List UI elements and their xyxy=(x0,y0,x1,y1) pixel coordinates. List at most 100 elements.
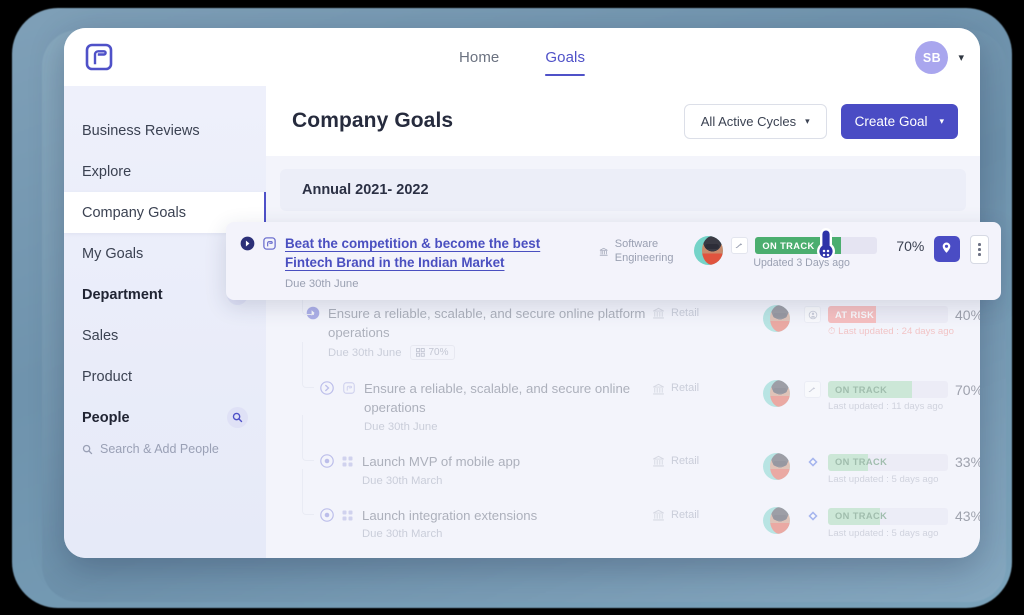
progress-percent: 40% xyxy=(955,306,980,323)
goal-progress: ON TRACK 33% Last updated : 5 days ago xyxy=(804,453,980,485)
user-menu[interactable]: SB ▾ xyxy=(915,41,964,74)
goal-main: Ensure a reliable, scalable, and secure … xyxy=(292,380,652,433)
sidebar-item-label: Explore xyxy=(82,163,132,180)
goal-owner[interactable] xyxy=(748,452,804,480)
chevron-down-icon: ▾ xyxy=(805,115,810,126)
progress-percent: 43% xyxy=(955,508,980,525)
more-vertical-icon xyxy=(977,243,981,256)
sidebar-item-label: Company Goals xyxy=(82,204,186,221)
goal-updated: Last updated : 11 days ago xyxy=(828,401,944,413)
status-badge: ON TRACK xyxy=(762,240,815,251)
goal-progress: AT RISK 40% ⏱ Last updated : 24 days ago xyxy=(804,305,980,337)
search-icon xyxy=(82,444,93,454)
goal-updated: Last updated : 5 days ago xyxy=(828,527,939,539)
sidebar-item-label: Product xyxy=(82,368,132,385)
goal-updated-label: Last updated : 24 days ago xyxy=(838,326,954,337)
status-badge: ON TRACK xyxy=(835,511,888,522)
goal-weight-value: 70% xyxy=(428,347,449,359)
sidebar-item-product[interactable]: Product xyxy=(64,356,266,397)
profit-logo-icon[interactable] xyxy=(82,40,116,74)
goal-due-date: Due 30th June xyxy=(364,420,438,433)
chevron-down-icon[interactable]: ▾ xyxy=(958,51,964,64)
search-add-people-input[interactable]: Search & Add People xyxy=(64,438,266,456)
chevron-right-circle-icon[interactable] xyxy=(240,236,255,256)
bank-icon xyxy=(600,247,608,256)
progress-percent: 70% xyxy=(896,237,925,254)
goal-team: Software Engineering xyxy=(599,234,685,266)
goal-team: Retail xyxy=(652,305,748,321)
goal-title[interactable]: Launch integration extensions xyxy=(362,507,537,526)
trend-icon xyxy=(804,381,821,399)
goal-team: Retail xyxy=(652,380,748,396)
grid-icon xyxy=(342,455,354,473)
sidebar: Business Reviews Explore Company Goals M… xyxy=(64,86,267,558)
sidebar-group-people[interactable]: People xyxy=(64,397,266,438)
goal-due-date: Due 30th June xyxy=(328,346,402,359)
header-actions: All Active Cycles ▾ Create Goal ▾ xyxy=(683,103,958,139)
tree-connector xyxy=(302,468,314,515)
status-badge: ON TRACK xyxy=(835,384,888,395)
target-icon[interactable] xyxy=(320,454,334,473)
diamond-icon xyxy=(804,454,821,471)
progress-bar: ON TRACK xyxy=(828,453,948,471)
goal-team-label: Software Engineering xyxy=(614,238,674,264)
avatar xyxy=(693,236,723,265)
goal-title[interactable]: Beat the competition & become the best F… xyxy=(285,234,591,273)
search-add-people-label: Search & Add People xyxy=(100,442,219,456)
page-header: Company Goals All Active Cycles ▾ Create… xyxy=(266,86,980,156)
goal-owner[interactable] xyxy=(685,234,731,265)
thermometer-icon[interactable] xyxy=(813,225,839,265)
table-row[interactable]: Launch MVP of mobile app Due 30th March xyxy=(266,414,980,497)
target-icon[interactable] xyxy=(320,507,334,527)
goal-owner[interactable] xyxy=(748,380,804,408)
sidebar-item-label: My Goals xyxy=(82,245,144,262)
goal-title[interactable]: Launch MVP of mobile app xyxy=(362,453,520,472)
goal-weight-badge: 70% xyxy=(409,345,455,361)
progress-percent: 33% xyxy=(955,454,980,471)
bank-icon xyxy=(653,308,664,319)
tree-connector xyxy=(302,342,314,389)
status-badge: AT RISK xyxy=(835,309,875,320)
nav-tabs: Home Goals xyxy=(459,28,585,86)
goal-title[interactable]: Ensure a reliable, scalable, and secure … xyxy=(364,380,652,417)
highlighted-goal-card[interactable]: Beat the competition & become the best F… xyxy=(226,222,1001,300)
cycles-filter-button[interactable]: All Active Cycles ▾ xyxy=(683,103,827,139)
goal-title[interactable]: Ensure a reliable, scalable, and secure … xyxy=(328,305,652,342)
avatar xyxy=(762,452,790,480)
cycle-band-label: Annual 2021- 2022 xyxy=(302,182,429,198)
goal-team-label: Retail xyxy=(671,508,700,521)
goal-team-label: Retail xyxy=(671,382,700,395)
cycle-band[interactable]: Annual 2021- 2022 xyxy=(280,169,966,211)
table-row[interactable]: Ensure a reliable, scalable, and secure … xyxy=(266,289,980,370)
goal-updated: Last updated : 5 days ago xyxy=(828,473,939,485)
app-body: Business Reviews Explore Company Goals M… xyxy=(64,86,980,558)
goal-main: Launch MVP of mobile app Due 30th March xyxy=(292,453,652,487)
progress-bar: AT RISK xyxy=(828,306,948,323)
goal-team-label: Retail xyxy=(671,454,700,467)
create-goal-label: Create Goal xyxy=(854,113,928,129)
tab-home[interactable]: Home xyxy=(459,28,499,86)
sidebar-item-explore[interactable]: Explore xyxy=(64,151,266,192)
chevron-right-circle-icon[interactable] xyxy=(320,381,334,400)
sidebar-group-label: Department xyxy=(82,286,163,303)
progress-bar: ON TRACK xyxy=(828,381,948,399)
search-icon[interactable] xyxy=(227,407,248,428)
sidebar-group-label: People xyxy=(82,409,130,426)
cycles-filter-label: All Active Cycles xyxy=(700,113,797,129)
tab-goals[interactable]: Goals xyxy=(545,28,585,86)
avatar[interactable]: SB xyxy=(915,41,949,74)
table-row[interactable]: Launch integration extensions Due 30th M… xyxy=(266,468,980,551)
goal-team: Retail xyxy=(652,507,748,523)
goal-owner[interactable] xyxy=(748,506,804,534)
avatar xyxy=(762,305,790,332)
more-options-button[interactable] xyxy=(969,235,989,264)
goal-main: Ensure a reliable, scalable, and secure … xyxy=(292,305,652,361)
goal-owner[interactable] xyxy=(748,305,804,332)
create-goal-button[interactable]: Create Goal ▾ xyxy=(840,103,958,139)
table-row[interactable]: Ensure a reliable, scalable, and secure … xyxy=(266,342,980,442)
trend-icon xyxy=(731,237,749,254)
sidebar-item-business-reviews[interactable]: Business Reviews xyxy=(64,110,266,151)
goal-due-date: Due 30th March xyxy=(362,528,443,541)
pin-button[interactable] xyxy=(934,236,960,262)
sidebar-item-sales[interactable]: Sales xyxy=(64,315,266,356)
